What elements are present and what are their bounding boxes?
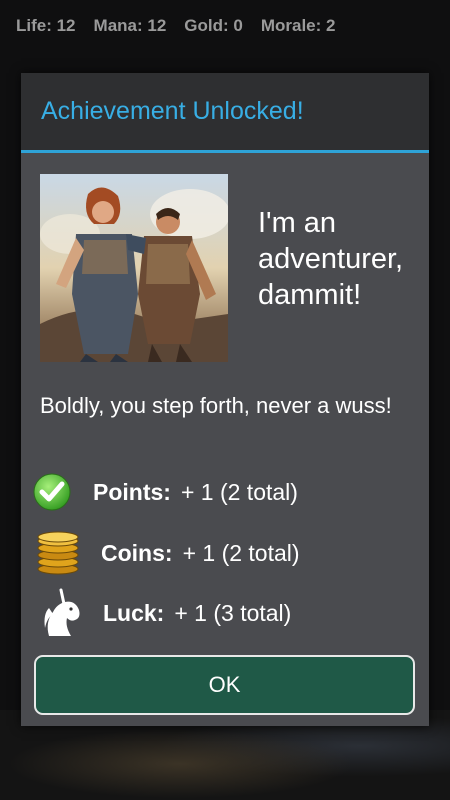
dialog-title: Achievement Unlocked! bbox=[41, 97, 304, 125]
achievement-image bbox=[40, 174, 228, 362]
ok-button[interactable]: OK bbox=[34, 655, 415, 715]
reward-value: + 1 (3 total) bbox=[174, 599, 292, 626]
gold-stat: Gold: 0 bbox=[184, 16, 243, 35]
achievement-name: I'm an adventurer, dammit! bbox=[258, 207, 404, 311]
ok-button-label: OK bbox=[208, 672, 241, 697]
reward-label: Coins: bbox=[101, 539, 173, 566]
checkmark-icon bbox=[33, 473, 71, 511]
reward-coins: Coins: + 1 (2 total) bbox=[35, 531, 300, 575]
status-bar: Life: 12 Mana: 12 Gold: 0 Morale: 2 bbox=[0, 0, 450, 52]
morale-stat: Morale: 2 bbox=[260, 16, 336, 35]
life-stat: Life: 12 bbox=[16, 16, 76, 35]
achievement-dialog: Achievement Unlocked! I'm an adventurer,… bbox=[21, 73, 429, 726]
reward-points: Points: + 1 (2 total) bbox=[33, 473, 298, 511]
mana-stat: Mana: 12 bbox=[93, 16, 167, 35]
reward-label: Luck: bbox=[103, 599, 165, 626]
reward-label: Points: bbox=[93, 478, 171, 505]
unicorn-icon bbox=[41, 588, 85, 638]
reward-luck: Luck: + 1 (3 total) bbox=[41, 588, 291, 638]
reward-value: + 1 (2 total) bbox=[180, 478, 298, 505]
dialog-header: Achievement Unlocked! bbox=[21, 73, 429, 153]
reward-value: + 1 (2 total) bbox=[182, 539, 300, 566]
coins-icon bbox=[35, 531, 81, 575]
achievement-description: Boldly, you step forth, never a wuss! bbox=[40, 393, 392, 418]
